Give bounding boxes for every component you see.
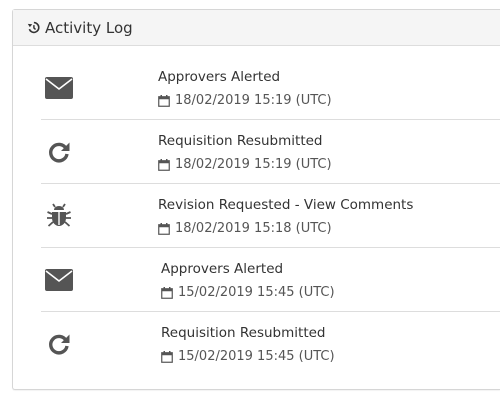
activity-log-panel: Activity Log Approvers Alerted 18/02/201… [12, 9, 500, 390]
calendar-icon [161, 286, 173, 299]
log-item-date: 15/02/2019 15:45 (UTC) [161, 285, 335, 300]
list-item: Requisition Resubmitted 18/02/2019 15:19… [41, 120, 500, 184]
list-item: Revision Requested - View Comments 18/02… [41, 184, 500, 248]
log-item-date-text: 18/02/2019 15:19 (UTC) [175, 93, 332, 108]
log-item-date: 18/02/2019 15:19 (UTC) [158, 157, 332, 172]
log-item-title: Approvers Alerted [161, 261, 284, 277]
activity-list: Approvers Alerted 18/02/2019 15:19 (UTC) [41, 56, 500, 375]
list-item: Approvers Alerted 18/02/2019 15:19 (UTC) [41, 56, 500, 120]
envelope-icon [44, 73, 74, 103]
log-item-title: Approvers Alerted [158, 69, 281, 85]
log-item-date-text: 15/02/2019 15:45 (UTC) [178, 285, 335, 300]
calendar-icon [161, 350, 173, 363]
calendar-icon [158, 222, 170, 235]
list-item: Approvers Alerted 15/02/2019 15:45 (UTC) [41, 248, 500, 312]
log-item-date: 15/02/2019 15:45 (UTC) [161, 349, 335, 364]
refresh-icon [44, 137, 74, 167]
refresh-icon [44, 329, 74, 359]
log-item-date: 18/02/2019 15:18 (UTC) [158, 221, 332, 236]
log-item-title: Requisition Resubmitted [161, 325, 326, 341]
log-item-title: Requisition Resubmitted [158, 133, 323, 149]
list-item: Requisition Resubmitted 15/02/2019 15:45… [41, 312, 500, 375]
calendar-icon [158, 94, 170, 107]
history-icon [27, 21, 40, 34]
panel-header: Activity Log [13, 10, 500, 46]
log-item-date: 18/02/2019 15:19 (UTC) [158, 93, 332, 108]
calendar-icon [158, 158, 170, 171]
log-item-date-text: 15/02/2019 15:45 (UTC) [178, 349, 335, 364]
log-item-date-text: 18/02/2019 15:18 (UTC) [175, 221, 332, 236]
panel-title: Activity Log [45, 18, 133, 37]
log-item-title[interactable]: Revision Requested - View Comments [158, 197, 413, 213]
envelope-icon [44, 265, 74, 295]
log-item-date-text: 18/02/2019 15:19 (UTC) [175, 157, 332, 172]
bug-icon [44, 201, 74, 231]
